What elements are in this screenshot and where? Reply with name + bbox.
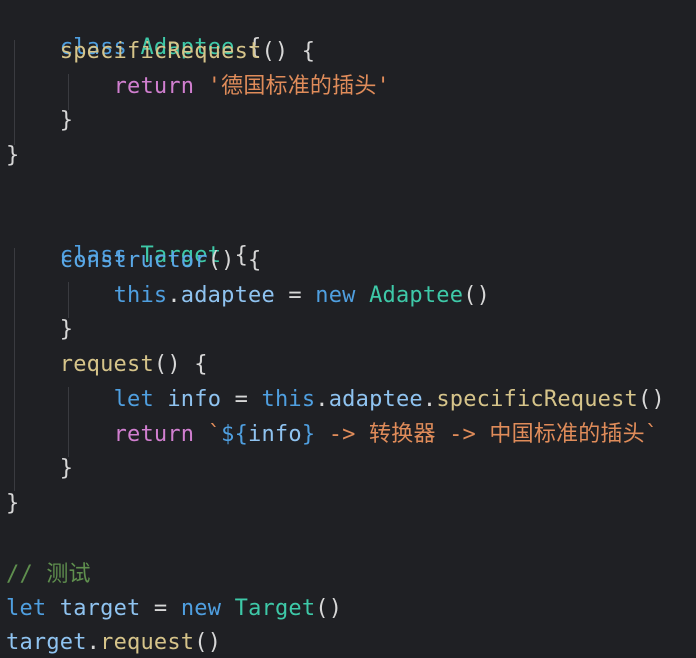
punctuation: () { — [153, 352, 208, 377]
keyword-let: let — [113, 387, 154, 412]
code-line-3[interactable]: return '德国标准的插头' — [6, 72, 390, 102]
property-name: adaptee — [328, 387, 423, 412]
keyword-let: let — [6, 596, 47, 621]
code-line-17[interactable]: // 测试 — [6, 560, 91, 590]
code-line-8[interactable]: constructor() { — [6, 246, 261, 276]
punctuation: () — [638, 387, 665, 412]
method-name: request — [59, 352, 154, 377]
operator: = — [234, 387, 249, 412]
method-name: request — [100, 630, 195, 655]
class-name: Adaptee — [369, 283, 464, 308]
code-line-12[interactable]: let info = this.adaptee.specificRequest(… — [6, 385, 665, 415]
brace: } — [6, 491, 20, 516]
code-line-5[interactable]: } — [6, 141, 19, 171]
keyword-new: new — [315, 283, 356, 308]
code-line-1[interactable]: class Adaptee { — [6, 3, 262, 60]
method-name: specificRequest — [436, 387, 638, 412]
punctuation: () — [315, 596, 343, 621]
code-line-9[interactable]: this.adaptee = new Adaptee() — [6, 281, 490, 311]
punctuation: () — [463, 283, 491, 308]
class-name: Target — [234, 596, 316, 621]
brace: } — [6, 143, 20, 168]
constructor-name: constructor — [59, 248, 208, 273]
code-line-2[interactable]: specificRequest() { — [6, 37, 315, 67]
keyword-this: this — [261, 387, 316, 412]
code-editor[interactable]: class Adaptee { specificRequest() { retu… — [0, 0, 696, 655]
variable-name: info — [167, 387, 222, 412]
keyword-new: new — [180, 596, 222, 621]
punctuation: () { — [207, 248, 262, 273]
punctuation: () — [194, 630, 222, 655]
code-line-7[interactable]: class Target { — [6, 211, 248, 268]
variable-name: target — [6, 630, 87, 655]
variable-name: info — [248, 422, 302, 447]
template-close: } — [301, 422, 316, 447]
property-name: adaptee — [180, 283, 275, 308]
code-line-14[interactable]: } — [6, 454, 73, 484]
comment: // 测试 — [6, 562, 91, 587]
code-line-4[interactable]: } — [6, 106, 73, 136]
keyword-return: return — [113, 74, 195, 99]
brace: } — [59, 108, 74, 133]
template-tick: ` — [207, 422, 222, 447]
code-line-10[interactable]: } — [6, 315, 73, 345]
code-line-11[interactable]: request() { — [6, 350, 208, 380]
code-line-15[interactable]: } — [6, 489, 19, 519]
punctuation: () { — [261, 39, 316, 64]
variable-name: target — [59, 596, 141, 621]
keyword-return: return — [113, 422, 195, 447]
method-name: specificRequest — [59, 39, 262, 64]
operator: = — [153, 596, 168, 621]
keyword-this: this — [113, 283, 168, 308]
template-open: ${ — [221, 422, 249, 447]
template-text: -> 转换器 -> 中国标准的插头` — [315, 422, 659, 447]
string-literal: '德国标准的插头' — [207, 74, 390, 99]
brace: } — [59, 456, 74, 481]
operator: = — [288, 283, 302, 308]
code-line-18[interactable]: let target = new Target() — [6, 594, 342, 624]
brace: } — [59, 317, 74, 342]
code-line-13[interactable]: return `${info} -> 转换器 -> 中国标准的插头` — [6, 420, 659, 450]
